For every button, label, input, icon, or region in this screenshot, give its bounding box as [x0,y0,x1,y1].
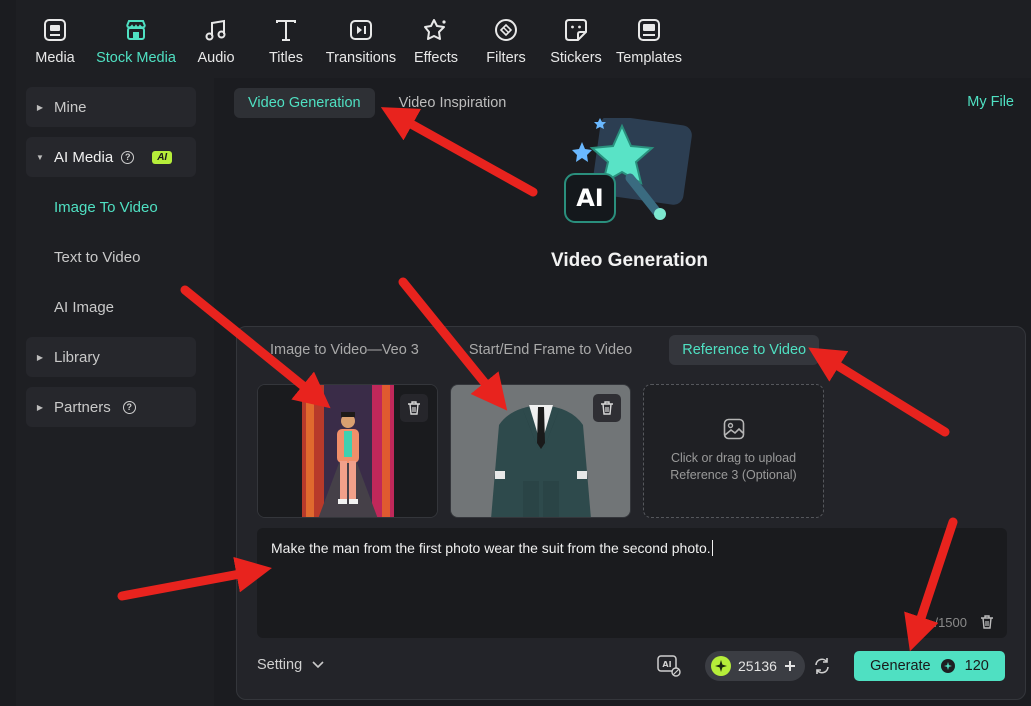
sidebar-item-label: Image To Video [54,198,158,216]
prompt-text: Make the man from the first photo wear t… [271,540,711,556]
top-toolbar: Media Stock Media Audio Titles Transitio… [16,0,1031,78]
prompt-textarea[interactable]: Make the man from the first photo wear t… [257,528,1007,638]
sidebar-item-label: Mine [54,98,87,116]
effects-icon [422,16,450,44]
toolbar-stock-media-label: Stock Media [96,50,176,66]
titles-icon [272,16,300,44]
generate-label: Generate [870,658,931,674]
ai-badge: AI [152,150,173,164]
sidebar-item-ai-media[interactable]: ▼ AI Media ? AI [26,137,196,177]
trash-icon [601,401,613,415]
caret-right-icon: ▶ [36,402,44,412]
my-file-link[interactable]: My File [967,94,1014,110]
generate-cost: 120 [964,658,989,674]
toolbar-templates[interactable]: Templates [614,0,684,78]
page-title: Video Generation [551,250,708,271]
char-count: /1500 [934,615,967,630]
tab-start-end-frame[interactable]: Start/End Frame to Video [456,335,645,365]
toolbar-filters[interactable]: Filters [478,0,534,78]
toolbar-titles-label: Titles [268,50,304,66]
sidebar-item-mine[interactable]: ▶ Mine [26,87,196,127]
tab-image-to-video-veo3[interactable]: Image to Video—Veo 3 [257,335,432,365]
ai-art-text: AI [576,184,604,212]
tab-video-generation[interactable]: Video Generation [234,88,375,118]
upload-hint-line1: Click or drag to upload [670,451,797,465]
stickers-icon [562,16,590,44]
sidebar-item-partners[interactable]: ▶ Partners ? [26,387,196,427]
caret-right-icon: ▶ [36,102,44,112]
sidebar-item-label: AI Image [54,298,115,316]
setting-dropdown[interactable]: Setting [257,657,324,673]
credit-coin-icon [940,659,955,673]
credits-value: 25136 [738,658,777,674]
toolbar-titles[interactable]: Titles [260,0,312,78]
credits-balance[interactable]: 25136 [705,651,805,681]
toolbar-stickers[interactable]: Stickers [546,0,606,78]
ai-star-wand-icon: AI [564,118,692,223]
sidebar-item-ai-image[interactable]: AI Image [26,287,196,327]
stock-media-icon [122,16,150,44]
toolbar-media-label: Media [35,50,75,66]
sidebar-item-label: Text to Video [54,248,141,266]
media-icon [41,16,69,44]
ai-watermark-icon[interactable]: AI [657,655,681,677]
mode-tabs: Image to Video—Veo 3 Start/End Frame to … [257,335,820,365]
filters-icon [492,16,520,44]
sidebar-item-text-to-video[interactable]: Text to Video [26,237,196,277]
sidebar-item-library[interactable]: ▶ Library [26,337,196,377]
toolbar-audio[interactable]: Audio [188,0,244,78]
toolbar-filters-label: Filters [486,50,526,66]
help-icon[interactable]: ? [121,150,135,164]
toolbar-transitions[interactable]: Transitions [322,0,400,78]
main-content: Video Generation Video Inspiration My Fi… [222,78,1031,706]
toolbar-media[interactable]: Media [26,0,84,78]
delete-reference-2-button[interactable] [593,394,621,422]
caret-right-icon: ▶ [36,352,44,362]
transitions-icon [347,16,375,44]
page-subtitle [222,284,1031,292]
clear-prompt-trash-icon[interactable] [979,614,995,630]
credit-coin-icon [711,656,731,676]
image-upload-icon [723,418,744,440]
generate-button[interactable]: Generate 120 [854,651,1005,681]
help-icon[interactable]: ? [122,400,136,414]
toolbar-stickers-label: Stickers [550,50,602,66]
toolbar-audio-label: Audio [197,50,235,66]
chevron-down-icon [312,661,324,669]
toolbar-effects[interactable]: Effects [410,0,462,78]
reference-panel: Image to Video—Veo 3 Start/End Frame to … [236,326,1026,700]
sidebar-item-label: Partners [54,398,111,416]
refresh-icon[interactable] [813,657,831,675]
toolbar-transitions-label: Transitions [325,50,397,66]
svg-text:AI: AI [662,660,671,669]
templates-icon [635,16,663,44]
generation-tabs: Video Generation Video Inspiration [234,88,520,118]
toolbar-stock-media[interactable]: Stock Media [94,0,178,78]
reference-card-1[interactable] [257,384,438,518]
tab-video-inspiration[interactable]: Video Inspiration [385,88,521,118]
toolbar-templates-label: Templates [615,50,683,66]
upload-reference-3[interactable]: Click or drag to upload Reference 3 (Opt… [643,384,824,518]
caret-down-icon: ▼ [36,152,44,162]
reference-card-2[interactable] [450,384,631,518]
sidebar-item-label: Library [54,348,100,366]
tab-reference-to-video[interactable]: Reference to Video [669,335,820,365]
setting-label: Setting [257,657,303,673]
sidebar-item-label: AI Media [54,148,114,166]
left-sidebar: ▶ Mine ▼ AI Media ? AI Image To Video Te… [16,78,214,706]
trash-icon [408,401,420,415]
upload-hint: Click or drag to upload Reference 3 (Opt… [670,450,796,484]
upload-hint-line2: Reference 3 (Optional) [670,468,797,482]
toolbar-effects-label: Effects [413,50,459,66]
plus-icon [784,661,795,671]
sidebar-item-image-to-video[interactable]: Image To Video [26,187,196,227]
music-note-icon [202,16,230,44]
delete-reference-1-button[interactable] [400,394,428,422]
